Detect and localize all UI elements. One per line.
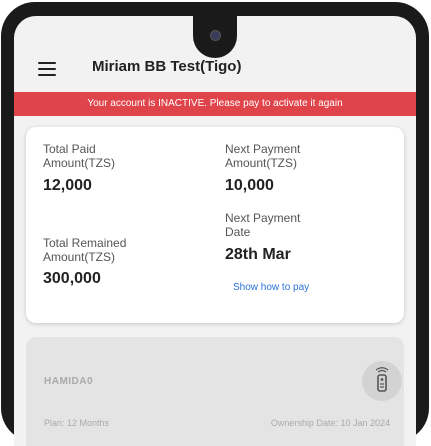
remote-control-icon[interactable] (362, 361, 402, 401)
page-title: Miriam BB Test(Tigo) (92, 58, 242, 75)
hamburger-menu-icon[interactable] (38, 62, 56, 76)
show-how-to-pay-link[interactable]: Show how to pay (233, 282, 309, 293)
camera-notch (193, 16, 237, 58)
total-remained-value: 300,000 (43, 270, 101, 287)
total-paid-label: Total Paid Amount(TZS) (43, 142, 116, 170)
app-screen: Miriam BB Test(Tigo) Your account is INA… (14, 16, 416, 446)
device-name: HAMIDA0 (44, 376, 94, 387)
camera-icon (210, 30, 221, 41)
next-payment-date-label: Next Payment Date (225, 211, 301, 239)
payment-summary-card: Total Paid Amount(TZS) 12,000 Next Payme… (26, 127, 404, 323)
phone-frame: Miriam BB Test(Tigo) Your account is INA… (1, 2, 429, 446)
total-remained-label: Total Remained Amount(TZS) (43, 236, 127, 264)
next-payment-date-value: 28th Mar (225, 246, 291, 263)
plan-text: Plan: 12 Months (44, 418, 110, 428)
next-payment-amount-value: 10,000 (225, 177, 274, 194)
ownership-date-text: Ownership Date: 10 Jan 2024 (270, 418, 390, 428)
next-payment-amount-label: Next Payment Amount(TZS) (225, 142, 301, 170)
inactive-account-banner: Your account is INACTIVE. Please pay to … (14, 92, 416, 116)
total-paid-value: 12,000 (43, 177, 92, 194)
